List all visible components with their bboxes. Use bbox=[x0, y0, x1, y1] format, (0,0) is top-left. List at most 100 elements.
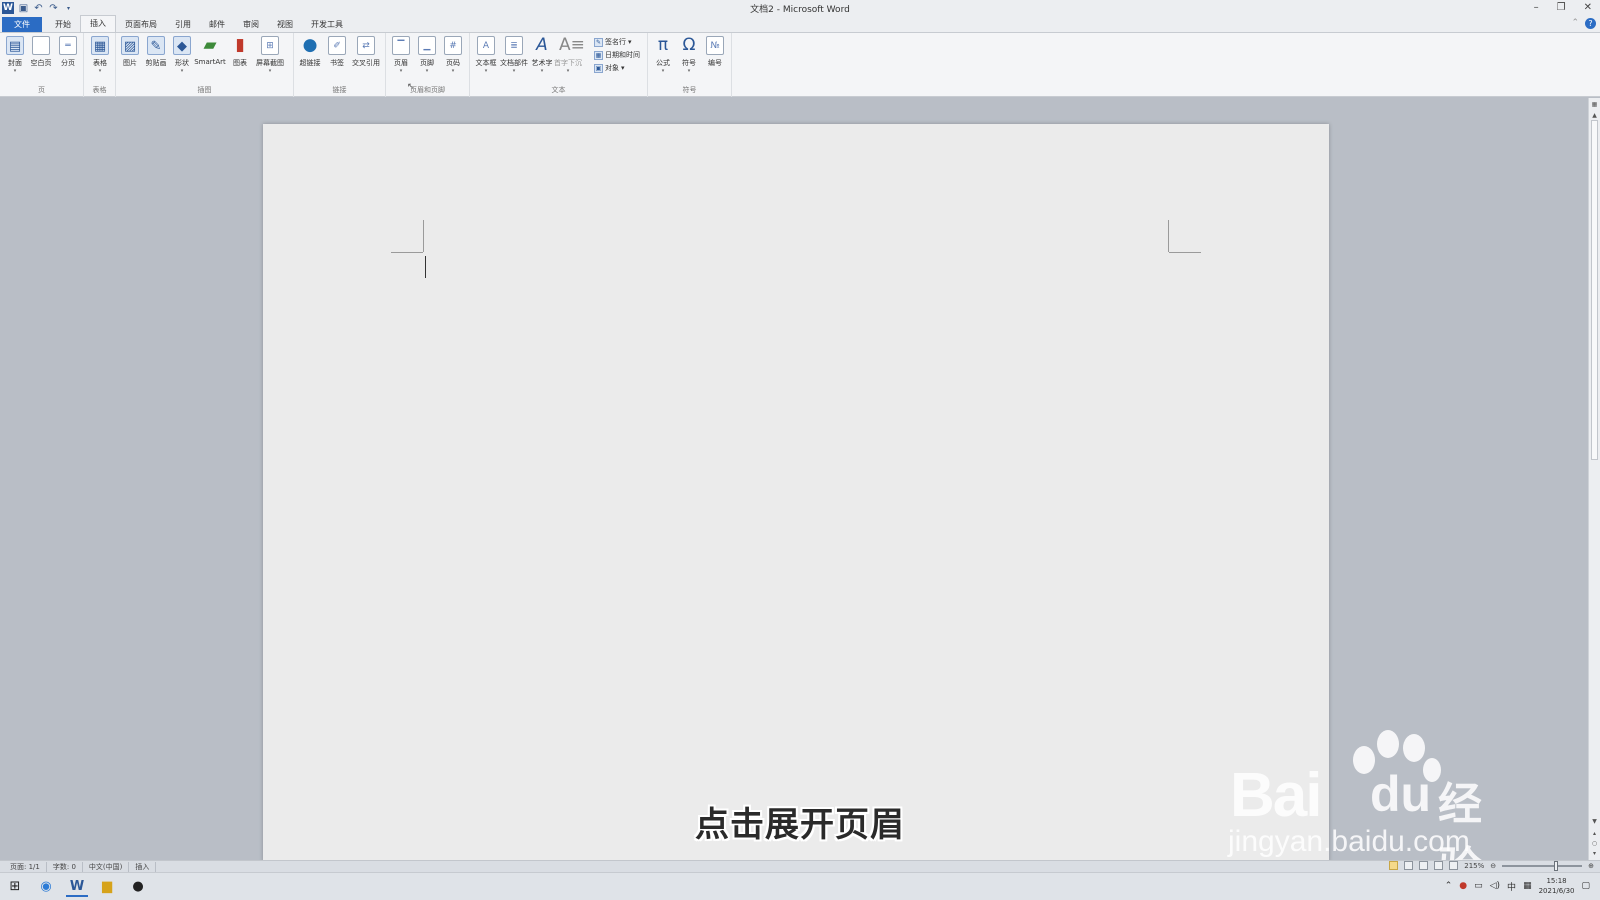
wordart-button[interactable]: A 艺术字 ▾ bbox=[530, 35, 554, 75]
page-break-button[interactable]: ═ 分页 bbox=[56, 36, 80, 68]
object-button[interactable]: ▣ 对象 ▾ bbox=[594, 63, 625, 73]
bookmark-button[interactable]: ✐ 书签 bbox=[325, 36, 349, 68]
ime-mode-icon[interactable]: ▦ bbox=[1523, 881, 1532, 891]
clock-time: 15:18 bbox=[1546, 877, 1567, 885]
ribbon: ▤ 封面 ▾ 空白页 ═ 分页 页 ▦ 表格 ▾ 表格 ▨ 图片 ✎ 剪贴画 ◆… bbox=[0, 33, 1600, 97]
status-insert-mode[interactable]: 插入 bbox=[129, 862, 157, 872]
chart-icon: ▮ bbox=[235, 35, 245, 55]
status-page[interactable]: 页面: 1/1 bbox=[4, 862, 47, 872]
cover-page-button[interactable]: ▤ 封面 ▾ bbox=[3, 36, 27, 74]
print-layout-view-icon[interactable] bbox=[1389, 861, 1399, 870]
header-button[interactable]: ▔ 页眉 ▾ bbox=[389, 36, 413, 74]
status-language[interactable]: 中文(中国) bbox=[83, 862, 130, 872]
smartart-button[interactable]: ▰ SmartArt bbox=[194, 36, 226, 67]
tab-developer[interactable]: 开发工具 bbox=[302, 17, 352, 32]
zoom-level[interactable]: 215% bbox=[1464, 862, 1484, 870]
wordart-icon: A bbox=[536, 35, 548, 55]
file-explorer-icon[interactable]: ▆ bbox=[96, 877, 118, 897]
status-word-count[interactable]: 字数: 0 bbox=[47, 862, 83, 872]
baidu-watermark: Bai du 经验 jingyan.baidu.com bbox=[1228, 730, 1520, 894]
dropdown-arrow-icon: ▾ bbox=[628, 38, 632, 46]
clock[interactable]: 15:18 2021/6/30 bbox=[1539, 876, 1575, 896]
signature-line-button[interactable]: ✎ 签名行 ▾ bbox=[594, 37, 632, 47]
tab-home[interactable]: 开始 bbox=[46, 17, 80, 32]
text-box-icon: A bbox=[477, 36, 495, 55]
windows-start-icon[interactable]: ⊞ bbox=[4, 877, 26, 897]
vertical-scrollbar[interactable]: ▦ ▲ ▼ ▴ ○ ▾ bbox=[1588, 98, 1600, 860]
zoom-slider[interactable] bbox=[1502, 860, 1583, 871]
dropdown-arrow-icon: ▾ bbox=[512, 68, 516, 74]
scroll-up-icon[interactable]: ▲ bbox=[1589, 112, 1600, 119]
picture-icon: ▨ bbox=[121, 36, 139, 55]
word-taskbar-icon[interactable]: W bbox=[66, 877, 88, 897]
blank-page-icon bbox=[32, 36, 50, 55]
footer-button[interactable]: ▁ 页脚 ▾ bbox=[415, 36, 439, 74]
date-time-button[interactable]: ▦ 日期和时间 bbox=[594, 50, 640, 60]
zoom-in-icon[interactable]: ⊕ bbox=[1588, 862, 1594, 870]
full-screen-view-icon[interactable] bbox=[1404, 861, 1414, 870]
network-icon[interactable]: ▭ bbox=[1474, 881, 1483, 891]
symbol-button[interactable]: Ω 符号 ▾ bbox=[677, 36, 701, 75]
equation-button[interactable]: π 公式 ▾ bbox=[651, 35, 675, 75]
outline-view-icon[interactable] bbox=[1434, 861, 1444, 870]
title-bar: W ▣ ↶ ↷ ▾ 文档2 - Microsoft Word – ❐ ✕ bbox=[0, 0, 1600, 16]
object-icon: ▣ bbox=[594, 63, 603, 73]
document-page[interactable] bbox=[263, 124, 1329, 862]
ruler-toggle-icon[interactable]: ▦ bbox=[1589, 101, 1600, 108]
dropdown-arrow-icon: ▾ bbox=[540, 68, 544, 74]
group-illustrations: ▨ 图片 ✎ 剪贴画 ◆ 形状 ▾ ▰ SmartArt ▮ 图表 ⊞ 屏幕截图… bbox=[116, 33, 294, 97]
screenshot-button[interactable]: ⊞ 屏幕截图 ▾ bbox=[256, 36, 284, 74]
tab-references[interactable]: 引用 bbox=[166, 17, 200, 32]
tab-insert[interactable]: 插入 bbox=[80, 15, 116, 32]
status-bar: 页面: 1/1 字数: 0 中文(中国) 插入 215% ⊖ ⊕ bbox=[0, 860, 1600, 872]
cross-reference-button[interactable]: ⇄ 交叉引用 bbox=[352, 36, 380, 68]
zoom-slider-thumb[interactable] bbox=[1554, 860, 1559, 871]
table-button[interactable]: ▦ 表格 ▾ bbox=[88, 36, 112, 74]
close-icon[interactable]: ✕ bbox=[1584, 0, 1592, 16]
header-icon: ▔ bbox=[392, 36, 410, 55]
pi-icon: π bbox=[657, 35, 669, 55]
web-layout-view-icon[interactable] bbox=[1419, 861, 1429, 870]
dropdown-arrow-icon: ▾ bbox=[687, 68, 691, 74]
shapes-icon: ◆ bbox=[173, 36, 191, 55]
shapes-button[interactable]: ◆ 形状 ▾ bbox=[170, 36, 194, 74]
minimize-ribbon-icon[interactable]: ⌃ bbox=[1571, 18, 1579, 29]
zoom-out-icon[interactable]: ⊖ bbox=[1490, 862, 1496, 870]
next-page-icon[interactable]: ▾ bbox=[1589, 850, 1600, 857]
restore-icon[interactable]: ❐ bbox=[1557, 0, 1566, 16]
number-button[interactable]: № 编号 bbox=[703, 36, 727, 68]
page-number-button[interactable]: # 页码 ▾ bbox=[441, 36, 465, 74]
cover-page-icon: ▤ bbox=[6, 36, 24, 55]
draft-view-icon[interactable] bbox=[1449, 861, 1459, 870]
minimize-icon[interactable]: – bbox=[1534, 0, 1539, 16]
mouse-cursor-icon: ↖ bbox=[407, 82, 415, 92]
media-app-icon[interactable]: ● bbox=[127, 877, 149, 897]
qq-icon[interactable]: ● bbox=[1459, 881, 1467, 891]
system-tray: ⌃ ● ▭ ◁) 中 ▦ 15:18 2021/6/30 ▢ bbox=[1445, 876, 1590, 896]
quick-parts-button[interactable]: ≣ 文档部件 ▾ bbox=[500, 36, 528, 74]
signature-line-icon: ✎ bbox=[594, 37, 603, 47]
volume-icon[interactable]: ◁) bbox=[1490, 881, 1500, 891]
help-icon[interactable]: ? bbox=[1585, 18, 1596, 29]
notification-icon[interactable]: ▢ bbox=[1581, 881, 1590, 891]
dropdown-arrow-icon: ▾ bbox=[180, 68, 184, 74]
table-icon: ▦ bbox=[91, 36, 109, 55]
show-hidden-icons-icon[interactable]: ⌃ bbox=[1445, 881, 1453, 891]
crop-mark-top-right-horizontal bbox=[1169, 252, 1201, 253]
ime-indicator[interactable]: 中 bbox=[1507, 880, 1516, 893]
tab-mailings[interactable]: 邮件 bbox=[200, 17, 234, 32]
tab-file[interactable]: 文件 bbox=[2, 17, 42, 32]
tab-page-layout[interactable]: 页面布局 bbox=[116, 17, 166, 32]
group-label-pages: 页 bbox=[38, 86, 45, 94]
tab-review[interactable]: 审阅 bbox=[234, 17, 268, 32]
text-box-button[interactable]: A 文本框 ▾ bbox=[474, 36, 498, 74]
group-label-links: 链接 bbox=[332, 86, 347, 94]
browser-icon[interactable]: ◉ bbox=[35, 877, 57, 897]
drop-cap-button[interactable]: A≡ 首字下沉 ▾ bbox=[554, 35, 585, 75]
text-cursor bbox=[425, 256, 426, 278]
tab-view[interactable]: 视图 bbox=[268, 17, 302, 32]
crop-mark-top-left-horizontal bbox=[391, 252, 423, 253]
drop-cap-icon: A≡ bbox=[559, 35, 585, 55]
chart-button[interactable]: ▮ 图表 bbox=[228, 36, 252, 68]
scroll-thumb[interactable] bbox=[1591, 120, 1598, 460]
